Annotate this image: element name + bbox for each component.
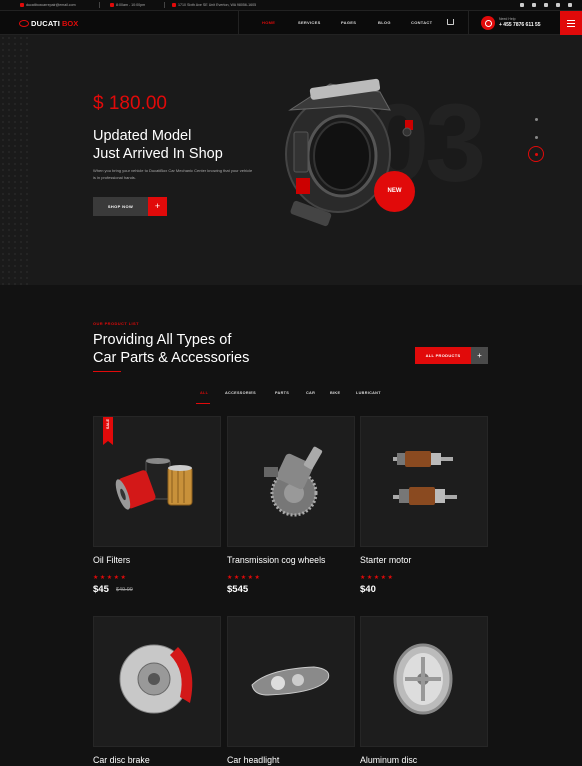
filter-parts[interactable]: PARTS [275, 391, 289, 395]
mail-icon [20, 3, 24, 7]
help-phone: + 455 7876 611 55 [499, 22, 541, 28]
section-title-line: Car Parts & Accessories [93, 350, 250, 366]
product-card[interactable] [227, 416, 355, 547]
product-price: $545 [227, 584, 249, 595]
product-name[interactable]: Starter motor [360, 555, 411, 565]
divider [238, 11, 239, 35]
product-price: $45 [93, 584, 109, 595]
product-card[interactable]: SALE [93, 416, 221, 547]
hero-slider: 03 $ 180.00 Updated Model Just Arrived I… [0, 35, 582, 285]
shop-now-button[interactable]: SHOP NOW [93, 197, 148, 216]
slide-dot-active[interactable] [528, 146, 544, 162]
nav-item-home[interactable]: HOME [262, 20, 298, 25]
logo-text-accent: BOX [61, 19, 79, 28]
title-underline [93, 371, 121, 372]
logo[interactable]: DUCATI BOX [19, 19, 78, 28]
filter-bike[interactable]: BIKE [330, 391, 340, 395]
hero-price: $ 180.00 [93, 93, 167, 114]
product-card[interactable] [360, 416, 488, 547]
disc-brake-image [119, 644, 193, 714]
nav-item-contact[interactable]: CONTACT [411, 20, 441, 25]
slide-dot[interactable] [535, 118, 538, 121]
new-badge: NEW [374, 171, 415, 212]
shop-now-plus-button[interactable]: + [148, 197, 167, 216]
product-name[interactable]: Oil Filters [93, 555, 130, 565]
headlight-image [251, 666, 330, 696]
logo-text: DUCATI [31, 19, 60, 28]
filter-car[interactable]: CAR [306, 391, 315, 395]
starter-motor-image [393, 451, 457, 505]
email-info[interactable]: ducatiboxcarrepair@email.com [20, 3, 76, 7]
main-navigation: DUCATI BOX HOME SERVICES PAGES BLOG CONTA… [0, 11, 582, 35]
nav-item-services[interactable]: SERVICES [298, 20, 341, 25]
top-info-bar: ducatiboxcarrepair@email.com 8:00am - 10… [0, 0, 582, 11]
filter-all[interactable]: ALL [200, 391, 208, 395]
product-card[interactable] [227, 616, 355, 747]
hours-info: 8:00am - 10:00pm [110, 3, 145, 7]
products-section: OUR PRODUCT LIST Providing All Types of … [0, 285, 582, 766]
product-name[interactable]: Transmission cog wheels [227, 555, 325, 565]
nav-item-blog[interactable]: BLOG [378, 20, 411, 25]
facebook-icon[interactable] [520, 3, 524, 7]
product-name[interactable]: Aluminum disc [360, 755, 417, 765]
address-text: 1710 Sixth Ave SE Unit Everton, WA 98056… [178, 3, 257, 7]
hamburger-icon-line [567, 26, 575, 27]
clock-icon [110, 3, 114, 7]
location-icon [172, 3, 176, 7]
divider [99, 2, 100, 8]
menu-toggle-button[interactable] [560, 11, 582, 35]
aluminum-disc-image [393, 643, 453, 715]
hamburger-icon-line [567, 23, 575, 24]
all-products-button[interactable]: ALL PRODUCTS [415, 347, 471, 364]
product-name[interactable]: Car disc brake [93, 755, 150, 765]
filter-accessories[interactable]: ACCESSORIES [225, 391, 256, 395]
section-title-line: Providing All Types of [93, 332, 232, 348]
product-card[interactable] [360, 616, 488, 747]
product-name[interactable]: Car headlight [227, 755, 279, 765]
star-rating: ★★★★★ [93, 575, 128, 581]
all-products-plus-button[interactable]: + [471, 347, 488, 364]
oil-filter-image [115, 458, 193, 510]
hours-text: 8:00am - 10:00pm [116, 3, 146, 7]
hero-title: Updated Model Just Arrived In Shop [93, 127, 293, 163]
slide-dot[interactable] [535, 136, 538, 139]
filter-lubricant[interactable]: LUBRICANT [356, 391, 381, 395]
hero-title-line: Just Arrived In Shop [93, 146, 223, 162]
email-text: ducatiboxcarrepair@email.com [26, 3, 76, 7]
star-rating: ★★★★★ [227, 575, 262, 581]
star-rating: ★★★★★ [360, 575, 395, 581]
help-label: Need Help [499, 17, 516, 21]
twitter-icon[interactable] [532, 3, 536, 7]
active-filter-underline [196, 403, 210, 404]
hamburger-icon [567, 20, 575, 21]
instagram-icon[interactable] [556, 3, 560, 7]
dot-pattern [0, 35, 30, 285]
divider [164, 2, 165, 8]
nav-menu: HOME SERVICES PAGES BLOG CONTACT [262, 20, 441, 25]
social-links [520, 3, 572, 7]
section-title: Providing All Types of Car Parts & Acces… [93, 331, 353, 367]
address-info: 1710 Sixth Ave SE Unit Everton, WA 98056… [172, 3, 256, 7]
phone-icon [481, 16, 495, 30]
product-card[interactable] [93, 616, 221, 747]
hero-description: When you bring your vehicle to DucatiBox… [93, 168, 253, 180]
section-eyebrow: OUR PRODUCT LIST [93, 321, 139, 326]
pinterest-icon[interactable] [544, 3, 548, 7]
product-old-price: $49.99 [116, 587, 133, 593]
transmission-image [264, 446, 323, 517]
cart-icon[interactable] [447, 19, 454, 25]
divider [468, 11, 469, 35]
rss-icon[interactable] [568, 3, 572, 7]
sale-badge: SALE [103, 417, 113, 445]
hero-title-line: Updated Model [93, 128, 192, 144]
sale-label: SALE [106, 419, 110, 430]
logo-icon [19, 20, 29, 27]
nav-item-pages[interactable]: PAGES [341, 20, 378, 25]
product-price: $40 [360, 584, 376, 595]
